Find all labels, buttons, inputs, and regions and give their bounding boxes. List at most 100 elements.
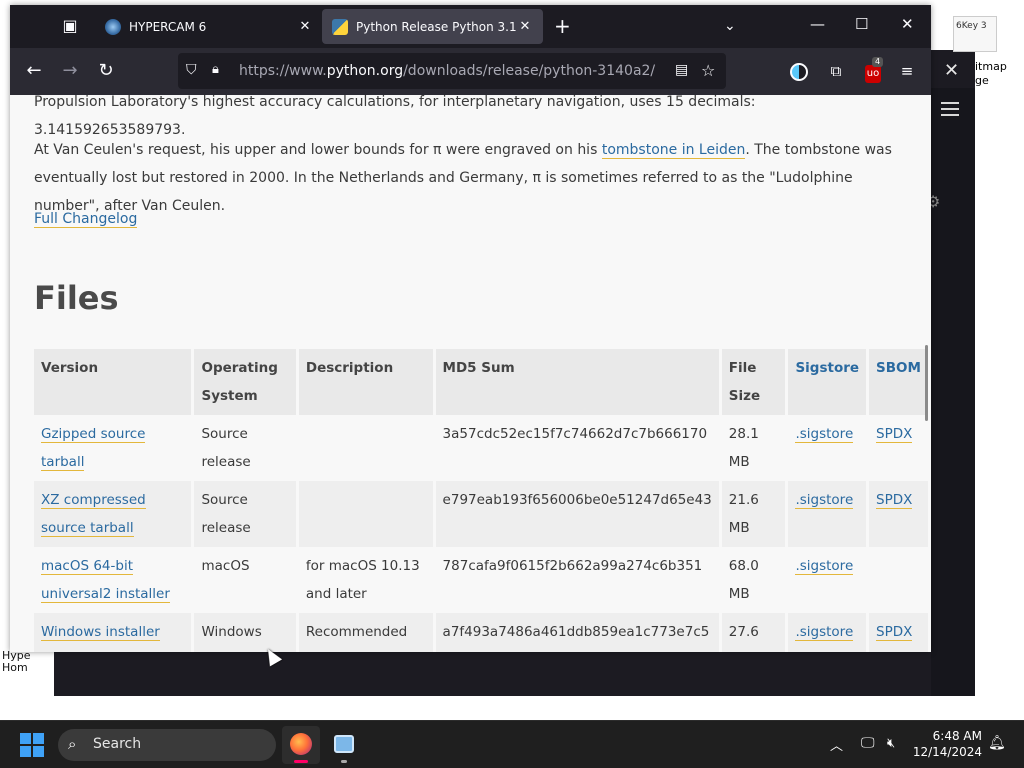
minimize-icon[interactable]: — bbox=[810, 15, 825, 33]
size-cell: 28.1 MB bbox=[721, 415, 786, 481]
running-indicator bbox=[341, 760, 347, 763]
sbom-link[interactable]: SPDX bbox=[876, 492, 913, 509]
taskbar-hypercam-button[interactable] bbox=[325, 726, 363, 764]
new-tab-icon[interactable]: + bbox=[554, 16, 571, 36]
table-row: XZ compressed source tarball Source rele… bbox=[34, 481, 928, 547]
taskbar-firefox-button[interactable] bbox=[282, 726, 320, 764]
sbom-link[interactable]: SPDX bbox=[876, 426, 913, 443]
taskbar-search-box[interactable]: ⌕ Search bbox=[58, 729, 276, 761]
sigstore-link[interactable]: .sigstore bbox=[795, 426, 854, 443]
search-icon: ⌕ bbox=[68, 735, 77, 753]
sigstore-link[interactable]: .sigstore bbox=[795, 492, 854, 509]
lock-icon[interactable]: 🔒︎ bbox=[212, 62, 219, 77]
navigation-toolbar: ← → ↻ ⛉ 🔒︎ https://www.python.org/downlo… bbox=[10, 48, 931, 95]
tab-title: HYPERCAM 6 bbox=[129, 19, 207, 34]
hypercam-icon bbox=[334, 735, 354, 753]
taskbar-clock[interactable]: 6:48 AM 12/14/2024 bbox=[912, 728, 982, 760]
tab-title: Python Release Python 3.14.0a2 bbox=[356, 19, 517, 34]
md5-cell: e797eab193f656006be0e51247d65e43 bbox=[435, 481, 719, 547]
os-cell: Source release bbox=[194, 481, 296, 547]
tab-hypercam[interactable]: HYPERCAM 6 ✕ bbox=[95, 9, 323, 44]
version-link[interactable]: macOS 64-bit universal2 installer bbox=[41, 558, 170, 603]
size-cell: 68.0 MB bbox=[721, 547, 786, 613]
extensions-puzzle-icon[interactable]: ⧉ bbox=[825, 60, 847, 82]
sbom-cell: SPDX bbox=[869, 613, 928, 652]
tab-python-release[interactable]: Python Release Python 3.14.0a2 ✕ bbox=[322, 9, 543, 44]
dark-reader-extension-icon[interactable] bbox=[788, 60, 810, 82]
files-table: Version Operating System Description MD5… bbox=[31, 349, 931, 652]
hypercam-favicon-icon bbox=[105, 18, 121, 35]
close-tab-icon[interactable]: ✕ bbox=[517, 19, 533, 34]
sigstore-cell: .sigstore bbox=[788, 481, 867, 547]
version-cell: Windows installer (64-bit) bbox=[34, 613, 192, 652]
back-icon[interactable]: ← bbox=[22, 59, 46, 83]
address-bar[interactable]: ⛉ 🔒︎ https://www.python.org/downloads/re… bbox=[178, 53, 726, 89]
list-all-tabs-icon[interactable]: ⌄ bbox=[724, 18, 736, 34]
tab-bar: ▣ HYPERCAM 6 ✕ Python Release Python 3.1… bbox=[10, 5, 931, 48]
network-icon[interactable]: 🖵︎ bbox=[861, 735, 875, 751]
sigstore-cell: .sigstore bbox=[788, 415, 867, 481]
header-sbom-link[interactable]: SBOM bbox=[869, 349, 928, 415]
sbom-cell bbox=[869, 547, 928, 613]
notification-bell-icon[interactable]: 🔔︎ bbox=[988, 735, 1006, 751]
md5-cell: 3a57cdc52ec15f7c74662d7c7b666170 bbox=[435, 415, 719, 481]
table-row: Gzipped source tarball Source release 3a… bbox=[34, 415, 928, 481]
header-os: Operating System bbox=[194, 349, 296, 415]
clock-time: 6:48 AM bbox=[932, 729, 982, 743]
header-version: Version bbox=[34, 349, 192, 415]
tab-tray-icon[interactable]: ▣ bbox=[58, 14, 82, 38]
full-changelog-link[interactable]: Full Changelog bbox=[34, 211, 138, 228]
bookmark-star-icon[interactable]: ☆ bbox=[701, 61, 715, 80]
browser-window: ▣ HYPERCAM 6 ✕ Python Release Python 3.1… bbox=[10, 5, 931, 652]
taskbar: ⌕ Search ︿ 🖵︎ 🔇︎ 6:48 AM 12/14/2024 🔔︎ bbox=[0, 720, 1024, 768]
tray-chevron-up-icon[interactable]: ︿ bbox=[830, 735, 843, 754]
maximize-icon[interactable]: ☐ bbox=[855, 15, 868, 33]
os-cell: Windows bbox=[194, 613, 296, 652]
firefox-icon bbox=[290, 733, 312, 755]
version-link[interactable]: Windows installer (64-bit) bbox=[41, 624, 160, 652]
version-cell: Gzipped source tarball bbox=[34, 415, 192, 481]
description-cell bbox=[298, 481, 433, 547]
description-cell: for macOS 10.13 and later bbox=[298, 547, 433, 613]
python-favicon-icon bbox=[332, 18, 348, 35]
menu-hamburger-icon[interactable]: ≡ bbox=[896, 60, 918, 82]
size-cell: 21.6 MB bbox=[721, 481, 786, 547]
header-description: Description bbox=[298, 349, 433, 415]
tombstone-link[interactable]: tombstone in Leiden bbox=[601, 142, 746, 159]
version-cell: macOS 64-bit universal2 installer bbox=[34, 547, 192, 613]
header-file-size: File Size bbox=[721, 349, 786, 415]
close-tab-icon[interactable]: ✕ bbox=[297, 19, 313, 34]
tracking-protection-icon[interactable]: ⛉ bbox=[186, 62, 197, 78]
background-panel bbox=[931, 88, 975, 696]
md5-cell: a7f493a7486a461ddb859ea1c773e7c5 bbox=[435, 613, 719, 652]
desktop-paper-thumbnail: 6Key 3 bbox=[953, 16, 997, 52]
page-content: Propulsion Laboratory's highest accuracy… bbox=[10, 95, 931, 652]
window-close-icon[interactable]: ✕ bbox=[901, 15, 914, 33]
background-close-icon[interactable]: ✕ bbox=[944, 60, 959, 81]
header-sigstore-link[interactable]: Sigstore bbox=[788, 349, 867, 415]
clock-date: 12/14/2024 bbox=[912, 745, 982, 759]
version-link[interactable]: XZ compressed source tarball bbox=[41, 492, 146, 537]
desktop-icon-label[interactable]: Hype Hom bbox=[2, 650, 31, 674]
forward-icon[interactable]: → bbox=[58, 59, 82, 83]
page-scrollbar[interactable] bbox=[925, 345, 928, 421]
sigstore-cell: .sigstore bbox=[788, 547, 867, 613]
url-text[interactable]: https://www.python.org/downloads/release… bbox=[239, 63, 655, 79]
reload-icon[interactable]: ↻ bbox=[94, 59, 118, 83]
search-placeholder: Search bbox=[93, 736, 142, 752]
reader-view-icon[interactable]: ▤ bbox=[675, 62, 688, 78]
os-cell: macOS bbox=[194, 547, 296, 613]
sigstore-link[interactable]: .sigstore bbox=[795, 624, 854, 641]
table-row: macOS 64-bit universal2 installer macOS … bbox=[34, 547, 928, 613]
description-cell bbox=[298, 415, 433, 481]
header-md5: MD5 Sum bbox=[435, 349, 719, 415]
windows-start-icon[interactable] bbox=[20, 733, 44, 757]
sigstore-link[interactable]: .sigstore bbox=[795, 558, 854, 575]
sbom-link[interactable]: SPDX bbox=[876, 624, 913, 641]
desktop-side-label: itmap ge bbox=[975, 60, 1007, 87]
description-cell: Recommended bbox=[298, 613, 433, 652]
volume-muted-icon[interactable]: 🔇︎ bbox=[887, 736, 895, 751]
background-menu-icon[interactable] bbox=[941, 102, 959, 118]
version-link[interactable]: Gzipped source tarball bbox=[41, 426, 146, 471]
version-cell: XZ compressed source tarball bbox=[34, 481, 192, 547]
